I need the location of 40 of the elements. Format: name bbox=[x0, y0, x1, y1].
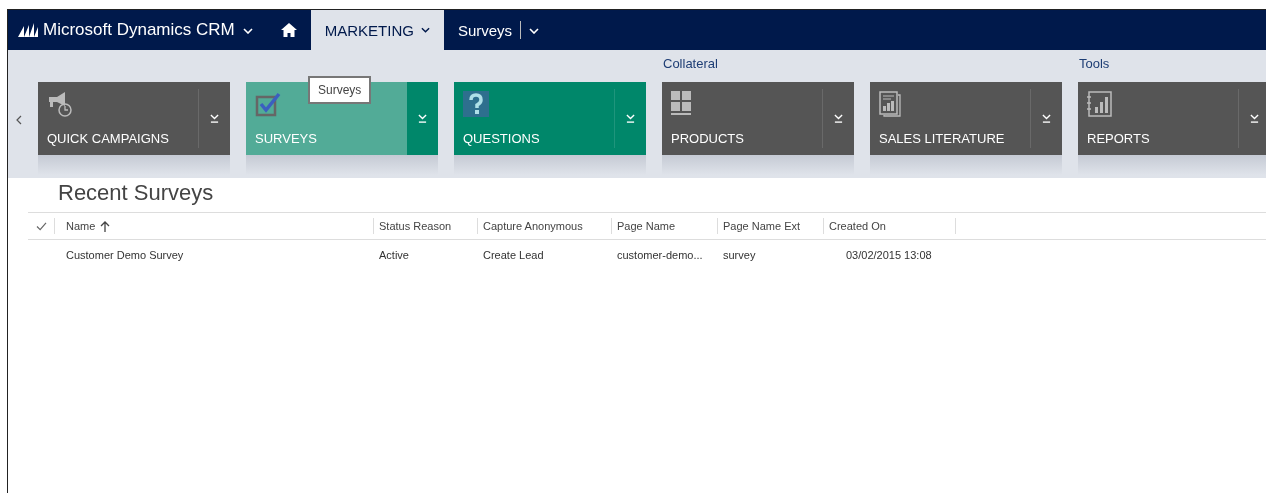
column-header[interactable]: Capture Anonymous bbox=[478, 218, 612, 234]
ribbon-tile[interactable]: QUICK CAMPAIGNS bbox=[38, 82, 230, 155]
expand-icon[interactable] bbox=[210, 114, 219, 123]
column-header[interactable]: Status Reason bbox=[374, 218, 478, 234]
report-chart-icon bbox=[1087, 91, 1113, 117]
chevron-down-icon[interactable] bbox=[420, 27, 430, 33]
group-label: Tools bbox=[1079, 56, 1110, 71]
column-header[interactable]: Name bbox=[61, 218, 374, 234]
column-header[interactable]: Page Name bbox=[612, 218, 718, 234]
tooltip: Surveys bbox=[308, 76, 372, 104]
logo-icon bbox=[18, 23, 38, 37]
group-label: Collateral bbox=[663, 56, 718, 71]
product-grid-icon bbox=[671, 91, 691, 115]
question-icon bbox=[463, 91, 489, 117]
app-title[interactable]: Microsoft Dynamics CRM bbox=[43, 20, 235, 40]
sort-ascending-icon[interactable] bbox=[100, 220, 111, 232]
table-cell-text: Create Lead bbox=[482, 249, 545, 261]
ribbon-tile[interactable]: REPORTS bbox=[1078, 82, 1266, 155]
ribbon-tile[interactable]: PRODUCTS bbox=[662, 82, 854, 155]
ribbon-tile[interactable]: QUESTIONS bbox=[454, 82, 646, 155]
table-cell-text: Active bbox=[378, 249, 410, 261]
expand-icon[interactable] bbox=[418, 114, 427, 123]
area-tab[interactable]: MARKETING bbox=[310, 10, 444, 50]
checkbox-icon bbox=[255, 91, 281, 117]
expand-icon[interactable] bbox=[1042, 114, 1051, 123]
view-title: Recent Surveys bbox=[58, 180, 215, 206]
expand-icon[interactable] bbox=[626, 114, 635, 123]
table-cell-text: 03/02/2015 13:08 bbox=[845, 249, 933, 261]
ribbon-tile[interactable]: SALES LITERATURE bbox=[870, 82, 1062, 155]
column-header[interactable]: Created On bbox=[824, 218, 956, 234]
expand-icon[interactable] bbox=[834, 114, 843, 123]
home-icon[interactable] bbox=[280, 23, 297, 37]
entity-link[interactable]: Surveys bbox=[457, 21, 513, 39]
table-cell-text: survey bbox=[722, 249, 757, 261]
expand-icon[interactable] bbox=[1250, 114, 1259, 123]
column-header[interactable]: Page Name Ext bbox=[718, 218, 824, 234]
table-cell-text: Customer Demo Survey bbox=[65, 249, 185, 261]
document-chart-icon bbox=[879, 91, 901, 117]
megaphone-clock-icon bbox=[47, 91, 73, 117]
table-cell-text: customer-demo... bbox=[616, 249, 704, 261]
